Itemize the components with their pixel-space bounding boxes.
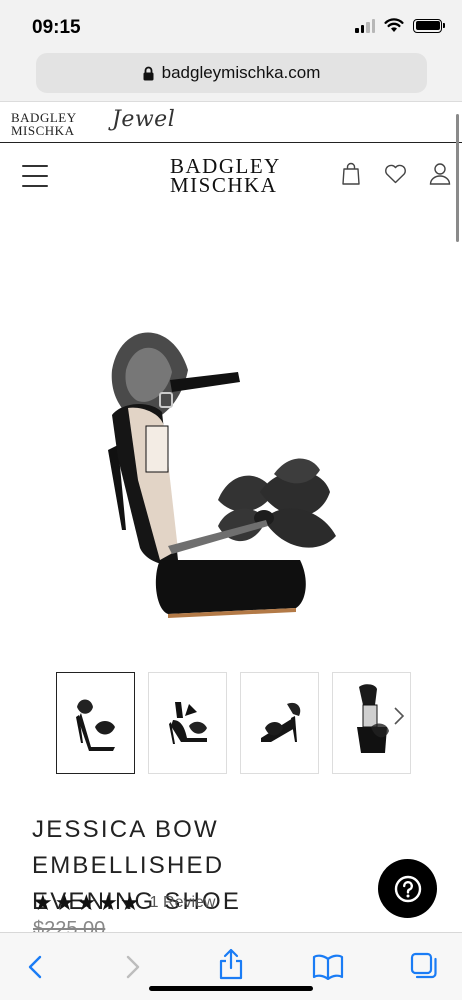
jewel-brand-link[interactable]: Jewel [112,107,175,132]
book-icon[interactable] [312,954,344,980]
status-time: 09:15 [32,17,81,38]
heart-icon[interactable] [384,164,407,184]
lock-icon [143,66,154,80]
help-button[interactable] [378,859,437,918]
star-icon: ★ [76,890,97,915]
chevron-left-icon[interactable] [28,955,42,979]
star-icon: ★ [54,890,75,915]
site-logo[interactable]: BADGLEY MISCHKA [170,156,281,197]
thumbnail-sandal-image [75,699,115,751]
thumbnail-3[interactable] [240,672,319,774]
scroll-indicator[interactable] [456,114,459,242]
thumbnail-2[interactable] [148,672,227,774]
home-indicator[interactable] [149,986,313,991]
product-main-image[interactable] [60,230,400,650]
product-title-line1: JESSICA BOW EMBELLISHED [32,816,225,879]
review-count-link[interactable]: 1 Review [150,894,216,912]
thumbnail-sandal-image [260,702,300,742]
badgley-mischka-brand-link[interactable]: BADGLEY MISCHKA [11,111,77,137]
status-bar: 09:15 [0,0,462,52]
brand-strip: BADGLEY MISCHKA Jewel [0,103,462,143]
chevron-right-icon[interactable] [393,706,405,726]
url-text: badgleymischka.com [161,63,321,82]
product-rating[interactable]: ★ ★ ★ ★ ★ 1 Review [33,892,215,914]
star-icon: ★ [98,890,118,915]
chevron-right-icon[interactable] [126,955,140,979]
browser-address-area: badgleymischka.com [0,52,462,102]
address-bar[interactable]: badgleymischka.com [36,53,427,93]
star-icon: ★ [33,890,53,915]
mini-logo-line2: MISCHKA [11,123,75,138]
thumbnail-1[interactable] [56,672,135,774]
product-thumbnails [56,672,411,774]
tabs-icon[interactable] [410,952,438,980]
cellular-signal-icon [355,18,375,33]
shopping-bag-icon[interactable] [342,162,360,185]
thumbnail-sandal-image [356,684,389,753]
site-header: BADGLEY MISCHKA [0,144,462,210]
battery-icon [413,18,445,33]
question-mark-icon [394,875,421,902]
user-icon[interactable] [429,162,451,185]
star-icon: ★ [119,890,140,915]
sandal-image [108,332,336,618]
logo-line2: MISCHKA [170,173,278,197]
thumbnail-sandal-image [168,702,207,744]
hamburger-menu-icon[interactable] [22,165,48,187]
wifi-icon [384,18,404,32]
status-icons [355,18,445,33]
share-icon[interactable] [218,948,244,980]
